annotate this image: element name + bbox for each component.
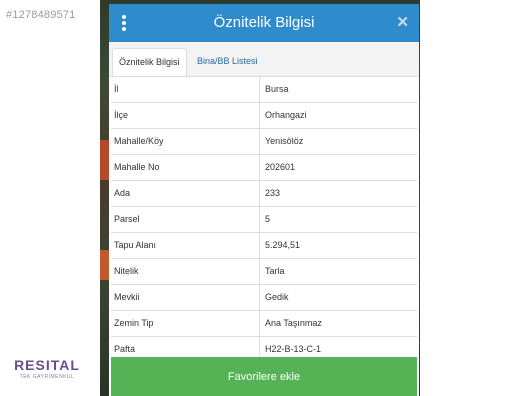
add-to-favorites-button[interactable]: Favorilere ekle bbox=[111, 357, 417, 396]
row-label: İl bbox=[111, 77, 260, 102]
logo-name: RESITAL bbox=[14, 357, 80, 373]
row-value: 233 bbox=[265, 188, 281, 198]
modal-header: Öznitelik Bilgisi ✕ bbox=[109, 4, 419, 42]
table-row: İlçe Orhangazi bbox=[111, 103, 417, 129]
logo-tagline: TEK GAYRİMENKUL bbox=[19, 374, 75, 380]
row-label: Nitelik bbox=[111, 259, 260, 284]
table-row: Mevkii Gedik bbox=[111, 285, 417, 311]
row-label: Mahalle No bbox=[111, 155, 260, 180]
row-label: Ada bbox=[111, 181, 260, 206]
modal-title: Öznitelik Bilgisi bbox=[213, 14, 315, 31]
tab-bar: Öznitelik Bilgisi Bina/BB Listesi bbox=[109, 42, 419, 77]
row-value: Ana Taşınmaz bbox=[265, 318, 322, 328]
row-label: Zemin Tip bbox=[111, 311, 260, 336]
table-row: Nitelik Tarla bbox=[111, 259, 417, 285]
row-value: Gedik bbox=[265, 292, 289, 302]
table-row: Parsel 5 bbox=[111, 207, 417, 233]
row-value: 5 bbox=[265, 214, 271, 224]
table-row: İl Bursa bbox=[111, 77, 417, 103]
table-row: Zemin Tip Ana Taşınmaz bbox=[111, 311, 417, 337]
row-label: İlçe bbox=[111, 103, 260, 128]
stock-image-id: #1278489571 bbox=[6, 9, 76, 21]
row-value: 5.294,51 bbox=[265, 240, 301, 250]
table-row: Ada 233 bbox=[111, 181, 417, 207]
attribute-info-modal: Öznitelik Bilgisi ✕ Öznitelik Bilgisi Bi… bbox=[109, 4, 419, 396]
tab-building-list[interactable]: Bina/BB Listesi bbox=[191, 48, 264, 75]
table-row: Mahalle/Köy Yenisölöz bbox=[111, 129, 417, 155]
row-value: Orhangazi bbox=[265, 110, 307, 120]
tab-attribute-info[interactable]: Öznitelik Bilgisi bbox=[112, 48, 187, 77]
row-value: Bursa bbox=[265, 84, 289, 94]
row-value: Tarla bbox=[265, 266, 285, 276]
row-label: Parsel bbox=[111, 207, 260, 232]
row-label: Mevkii bbox=[111, 285, 260, 310]
row-value: Yenisölöz bbox=[265, 136, 304, 146]
table-row: Tapu Alanı 5.294,51 bbox=[111, 233, 417, 259]
close-icon[interactable]: ✕ bbox=[396, 13, 409, 31]
row-label: Mahalle/Köy bbox=[111, 129, 260, 154]
table-row: Mahalle No 202601 bbox=[111, 155, 417, 181]
attribute-table: İl Bursa İlçe Orhangazi Mahalle/Köy Yeni… bbox=[111, 76, 417, 363]
row-value: 202601 bbox=[265, 162, 296, 172]
agency-logo: RESITAL TEK GAYRİMENKUL bbox=[12, 357, 82, 380]
row-label: Tapu Alanı bbox=[111, 233, 260, 258]
